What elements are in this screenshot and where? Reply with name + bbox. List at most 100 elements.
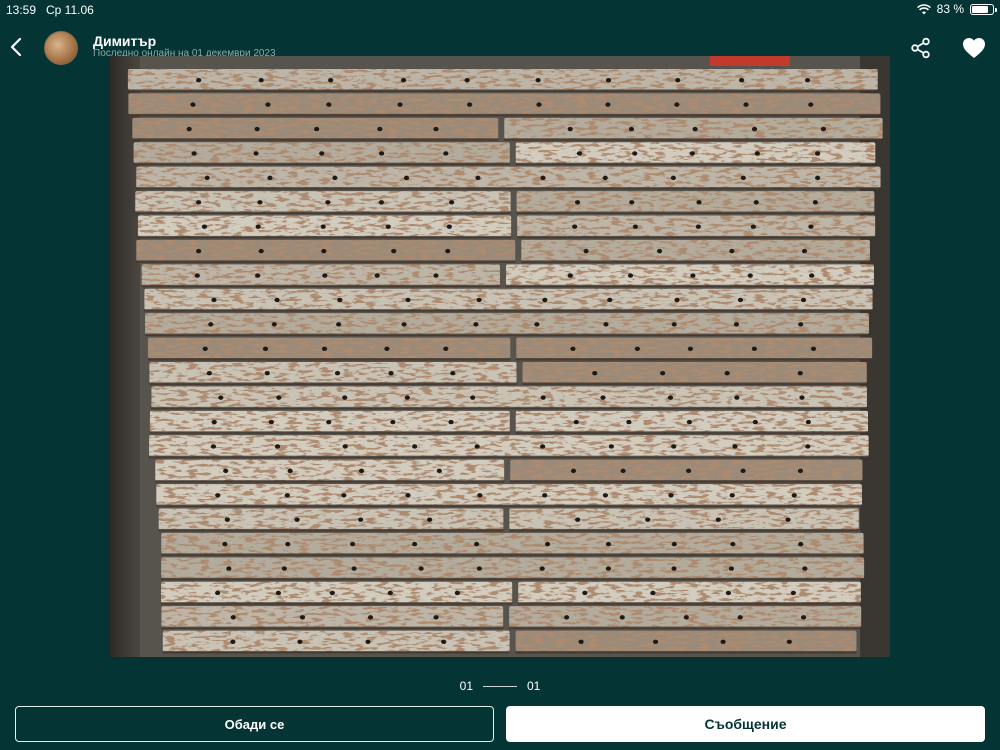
formwork-panel [155, 459, 505, 482]
panel-shadow [151, 406, 867, 410]
bolt-hole [627, 273, 634, 278]
bolt-hole [204, 175, 210, 181]
formwork-panel [151, 386, 867, 408]
bolt-hole [321, 248, 327, 254]
bolt-hole [314, 126, 320, 132]
formwork-panel [149, 362, 517, 384]
panel-shadow [515, 431, 869, 434]
bolt-hole [797, 371, 803, 376]
bolt-hole [271, 322, 277, 327]
bolt-hole [608, 444, 614, 449]
bolt-hole [576, 151, 583, 156]
bolt-hole [255, 273, 261, 278]
bolt-hole [720, 639, 726, 644]
bolt-hole [319, 151, 325, 156]
bolt-hole [433, 273, 439, 278]
formwork-panel [158, 508, 504, 530]
bolt-hole [605, 102, 611, 107]
bolt-hole [230, 639, 236, 644]
bolt-hole [448, 419, 454, 425]
bolt-hole [336, 322, 342, 327]
formwork-panel [521, 239, 870, 262]
panel-shadow [144, 309, 873, 312]
bolt-hole [210, 444, 217, 449]
panel-shadow [161, 553, 864, 556]
bolt-hole [329, 590, 335, 596]
bolt-hole [274, 297, 280, 303]
bolt-hole [337, 297, 343, 303]
bolt-hole [374, 273, 380, 278]
bolt-hole [728, 566, 735, 571]
bolt-hole [572, 224, 578, 229]
panel-shadow [135, 211, 511, 214]
bolt-hole [196, 200, 202, 205]
panel-shadow [149, 382, 517, 385]
bolt-hole [809, 273, 815, 278]
bolt-hole [255, 224, 261, 229]
status-date: Ср 11.06 [46, 3, 94, 17]
avatar[interactable] [44, 31, 78, 65]
pager-divider [483, 685, 517, 687]
bolt-hole [191, 151, 197, 156]
bolt-hole [450, 371, 456, 376]
chevron-left-icon[interactable] [6, 34, 28, 60]
status-time: 13:59 [6, 3, 37, 17]
photo-formwork-panels [110, 56, 890, 657]
bolt-hole [334, 371, 341, 376]
bolt-hole [675, 78, 681, 83]
user-name[interactable]: Димитър [93, 33, 156, 49]
bolt-hole [602, 493, 609, 498]
bolt-hole [626, 419, 632, 425]
panel-shadow [155, 480, 505, 483]
bolt-hole [734, 395, 740, 400]
bolt-hole [433, 126, 439, 132]
panel-shadow [509, 626, 862, 630]
bolt-hole [656, 248, 663, 254]
bolt-hole [820, 126, 827, 132]
panel-shadow [156, 504, 863, 507]
bolt-hole [258, 78, 264, 83]
bolt-hole [215, 590, 221, 596]
message-button[interactable]: Съобщение [506, 706, 985, 742]
bolt-hole [254, 126, 260, 132]
bolt-hole [287, 468, 293, 474]
bolt-hole [605, 566, 612, 571]
bolt-hole [433, 615, 439, 620]
call-button[interactable]: Обади се [15, 706, 494, 742]
bolt-hole [808, 102, 814, 107]
bolt-hole [285, 541, 291, 547]
bolt-hole [540, 395, 546, 400]
formwork-panel [156, 484, 863, 506]
wifi-icon [916, 3, 931, 14]
bolt-hole [365, 639, 371, 644]
bolt-hole [297, 639, 303, 644]
bolt-hole [449, 200, 455, 205]
bolt-hole [454, 590, 460, 596]
bolt-hole [747, 273, 753, 278]
formwork-panel [515, 630, 857, 652]
formwork-panel [161, 532, 864, 555]
share-icon[interactable] [910, 37, 932, 59]
bolt-hole [388, 371, 394, 376]
heart-icon[interactable] [962, 37, 986, 59]
bolt-hole [729, 493, 735, 498]
bolt-hole [628, 126, 635, 132]
bolt-hole [536, 102, 542, 107]
panel-shadow [133, 162, 510, 166]
bolt-hole [281, 566, 287, 571]
listing-photo[interactable] [110, 56, 890, 657]
bolt-hole [715, 517, 721, 522]
formwork-panel [518, 581, 861, 604]
bolt-hole [230, 615, 236, 620]
panel-shadow [504, 138, 883, 141]
panel-shadow [517, 235, 876, 239]
bolt-hole [743, 102, 749, 107]
bolt-hole [607, 297, 613, 303]
bolt-hole [223, 468, 229, 474]
bolt-hole [732, 444, 738, 449]
bolt-hole [751, 346, 757, 351]
bolt-hole [390, 419, 396, 425]
bolt-hole [196, 248, 202, 254]
panel-shadow [149, 455, 869, 459]
battery-icon [970, 3, 997, 15]
